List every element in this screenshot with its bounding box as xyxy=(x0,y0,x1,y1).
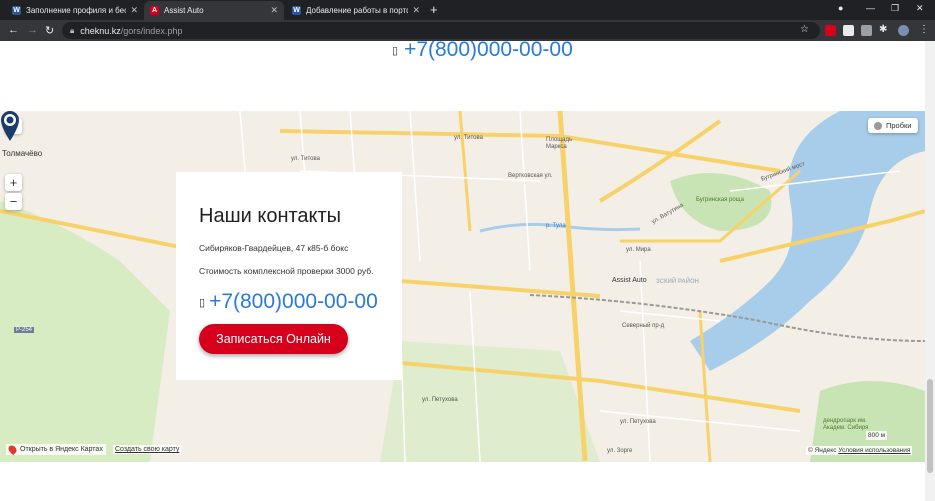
map-label: Р-254 xyxy=(14,327,35,333)
map-label: Площадь Маркса xyxy=(546,137,573,150)
contacts-title: Наши контакты xyxy=(199,205,342,227)
avatar[interactable] xyxy=(898,25,909,36)
contacts-price: Стоимость комплексной проверки 3000 руб. xyxy=(199,266,374,276)
extension-icon[interactable] xyxy=(825,25,836,36)
word-icon: W xyxy=(292,6,301,15)
close-icon[interactable]: ✕ xyxy=(270,5,278,16)
map-label: Северный пр-д xyxy=(622,323,665,329)
minimize-icon[interactable]: — xyxy=(866,3,875,13)
extension-icon[interactable] xyxy=(861,25,872,36)
map-label: дендропарк им. Академ. Сибиря xyxy=(823,418,869,431)
contacts-phone-number: +7(800)000-00-00 xyxy=(209,290,378,313)
browser-tabbar: W Заполнение профиля и беспла ✕ А Assist… xyxy=(0,0,935,20)
map-label: ЗСКИЙ РАЙОН xyxy=(656,279,700,285)
map-marker-icon[interactable] xyxy=(0,111,20,141)
phone-icon: ▯ xyxy=(199,296,206,309)
create-map-link[interactable]: Создать свою карту xyxy=(113,445,182,454)
contacts-card: Наши контакты Сибиряков-Гвардейцев, 47 к… xyxy=(176,172,402,380)
map-label: Толмачёво xyxy=(2,149,43,158)
traffic-light-icon xyxy=(874,121,882,130)
terms-link[interactable]: Условия использования xyxy=(838,447,910,454)
map-canvas xyxy=(0,111,925,462)
close-icon[interactable]: ✕ xyxy=(412,5,420,16)
profile-dot-icon[interactable]: ● xyxy=(838,3,843,13)
map-label: ул. Петухова xyxy=(422,397,458,403)
bookmark-star-icon[interactable]: ☆ xyxy=(800,24,809,35)
new-tab-icon[interactable]: + xyxy=(430,2,438,17)
map-scale: 800 м xyxy=(866,431,888,440)
traffic-label: Пробки xyxy=(886,121,912,130)
yandex-map[interactable]: Толмачёво ул. Титова ул. Титова Площадь … xyxy=(0,111,925,462)
back-icon[interactable]: ← xyxy=(8,24,19,36)
scrollbar-thumb[interactable] xyxy=(927,379,933,473)
map-label: ул. Петухова xyxy=(620,419,656,425)
traffic-button[interactable]: Пробки xyxy=(868,118,918,133)
extension-icon[interactable] xyxy=(843,25,854,36)
map-label: ул. Титова xyxy=(291,156,320,162)
yandex-pin-icon xyxy=(6,443,19,456)
browser-tab-1[interactable]: W Заполнение профиля и беспла ✕ xyxy=(6,1,144,20)
site-favicon-icon: А xyxy=(150,6,159,15)
map-copyright: © Яндекс Условия использования xyxy=(806,446,913,455)
tab-title: Assist Auto xyxy=(164,6,204,15)
url-host: cheknu.kz xyxy=(80,25,121,36)
map-label: ул. Титова xyxy=(454,135,483,141)
tab-title: Добавление работы в портфо xyxy=(306,6,409,15)
page-content: ▯ +7(800)000-00-00 Толмачёво ул. Титова … xyxy=(0,41,925,501)
close-icon[interactable]: ✕ xyxy=(130,5,138,16)
contacts-phone[interactable]: ▯ +7(800)000-00-00 xyxy=(199,290,379,314)
menu-icon[interactable]: ⋮ xyxy=(919,24,929,35)
contacts-address: Сибиряков-Гвардейцев, 47 к85-б бокс xyxy=(199,243,349,253)
book-online-button[interactable]: Записаться Онлайн xyxy=(199,324,348,354)
url-path: /gors/index.php xyxy=(120,25,183,36)
marker-label: Assist Auto xyxy=(612,277,647,284)
phone-icon: ▯ xyxy=(392,44,399,57)
lock-icon: 🔒︎ xyxy=(70,25,75,35)
zoom-in-button[interactable]: + xyxy=(5,174,22,191)
word-icon: W xyxy=(12,6,21,15)
map-label: р. Тула xyxy=(546,223,566,229)
top-phone[interactable]: ▯ +7(800)000-00-00 xyxy=(392,41,573,62)
copyright-text: © Яндекс xyxy=(808,447,837,454)
map-label: ул. Мира xyxy=(626,247,651,253)
reload-icon[interactable]: ↻ xyxy=(45,24,54,37)
browser-tab-3[interactable]: W Добавление работы в портфо ✕ xyxy=(286,1,426,20)
top-phone-number: +7(800)000-00-00 xyxy=(404,41,573,61)
map-label: Бугринская роща xyxy=(696,197,744,203)
open-in-yandex-link[interactable]: Открыть в Яндекс Картах xyxy=(6,443,106,456)
puzzle-icon[interactable]: ✱ xyxy=(879,24,887,35)
window-close-icon[interactable]: ✕ xyxy=(916,3,924,14)
tab-title: Заполнение профиля и беспла xyxy=(26,6,127,15)
forward-icon[interactable]: → xyxy=(27,24,38,36)
browser-tab-2[interactable]: А Assist Auto ✕ xyxy=(144,1,284,20)
address-bar[interactable]: 🔒︎ cheknu.kz /gors/index.php xyxy=(62,22,820,39)
restore-icon[interactable]: ❐ xyxy=(891,3,899,14)
zoom-out-button[interactable]: − xyxy=(5,193,22,210)
map-label: Вертковская ул. xyxy=(508,173,553,179)
map-label: ул. Зорге xyxy=(607,448,633,454)
browser-toolbar: ← → ↻ 🔒︎ cheknu.kz /gors/index.php ☆ ✱ ⋮ xyxy=(0,20,935,41)
open-in-yandex-label: Открыть в Яндекс Картах xyxy=(20,446,103,453)
